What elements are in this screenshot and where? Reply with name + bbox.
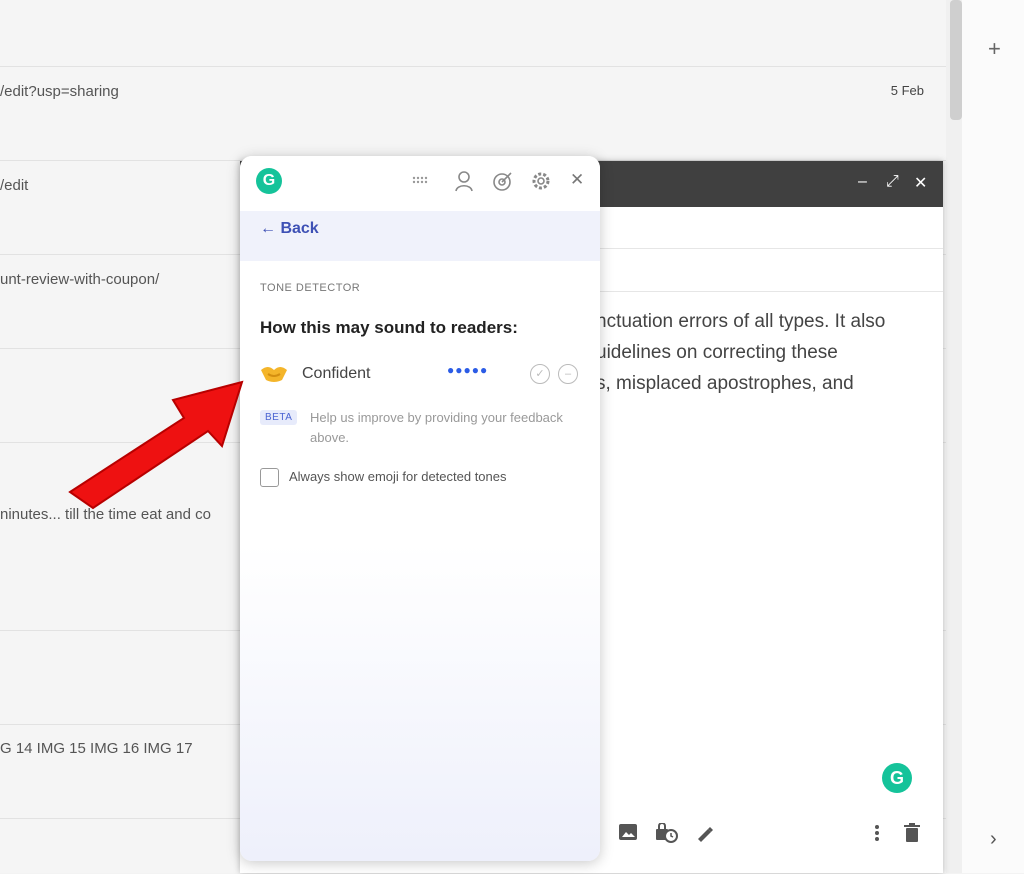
right-side-rail: + › — [962, 0, 1024, 873]
grammarly-logo-icon: G — [256, 168, 282, 194]
scrollbar-track[interactable] — [946, 0, 962, 873]
subject-divider — [600, 291, 943, 292]
emoji-tones-checkbox[interactable] — [260, 468, 279, 487]
list-item-snippet: /edit?usp=sharing — [0, 83, 119, 100]
tone-heading: How this may sound to readers: — [260, 318, 518, 337]
tone-detector-card — [240, 261, 600, 861]
beta-feedback-text: Help us improve by providing your feedba… — [310, 410, 563, 445]
thumbs-down-minus-icon[interactable]: – — [558, 364, 578, 384]
grammarly-badge-icon[interactable]: G — [882, 763, 912, 793]
settings-gear-icon[interactable] — [530, 170, 552, 197]
signature-pen-icon[interactable] — [694, 823, 714, 849]
list-item-snippet: /edit — [0, 177, 29, 194]
handshake-emoji-icon — [260, 362, 288, 384]
drag-handle-icon[interactable] — [412, 170, 430, 190]
tone-label: Confident — [302, 365, 371, 382]
list-item-snippet: ninutes... till the time eat and co — [0, 506, 211, 523]
body-line: uidelines on correcting these — [596, 342, 838, 363]
add-icon[interactable]: + — [988, 36, 1001, 62]
goals-target-icon[interactable] — [492, 170, 514, 197]
beta-badge: BETA — [260, 410, 298, 425]
chevron-right-icon[interactable]: › — [990, 828, 997, 851]
expand-icon[interactable]: ⤢ — [886, 173, 899, 191]
body-line: nctuation errors of all types. It also — [596, 311, 886, 332]
discard-trash-icon[interactable] — [904, 823, 920, 849]
more-options-icon[interactable] — [874, 823, 880, 849]
scrollbar-thumb[interactable] — [950, 0, 962, 120]
user-profile-icon[interactable] — [454, 170, 476, 197]
tone-intensity-dots: ●●●●● — [447, 363, 489, 377]
minimize-icon[interactable]: – — [858, 173, 867, 191]
list-item[interactable]: /edit?usp=sharing 5 Feb — [0, 66, 946, 161]
message-body[interactable]: nctuation errors of all types. It also u… — [596, 306, 936, 399]
grammarly-panel: G ✕ ← Back TONE DETECTOR How this may so… — [240, 156, 600, 861]
close-icon[interactable]: ✕ — [914, 173, 927, 193]
close-icon[interactable]: ✕ — [570, 170, 584, 190]
confidential-mode-icon[interactable] — [654, 822, 678, 849]
body-line: s, misplaced apostrophes, and — [596, 373, 854, 394]
emoji-tones-checkbox-label[interactable]: Always show emoji for detected tones — [289, 469, 507, 484]
list-item-snippet: unt-review-with-coupon/ — [0, 271, 160, 288]
insert-photo-icon[interactable] — [618, 823, 638, 847]
list-item-snippet: G 14 IMG 15 IMG 16 IMG 17 — [0, 740, 193, 757]
back-button[interactable]: ← Back — [260, 220, 319, 238]
list-item-date: 5 Feb — [890, 83, 924, 98]
thumbs-up-check-icon[interactable]: ✓ — [530, 364, 550, 384]
section-label: TONE DETECTOR — [260, 282, 361, 294]
recipients-divider — [600, 248, 943, 249]
